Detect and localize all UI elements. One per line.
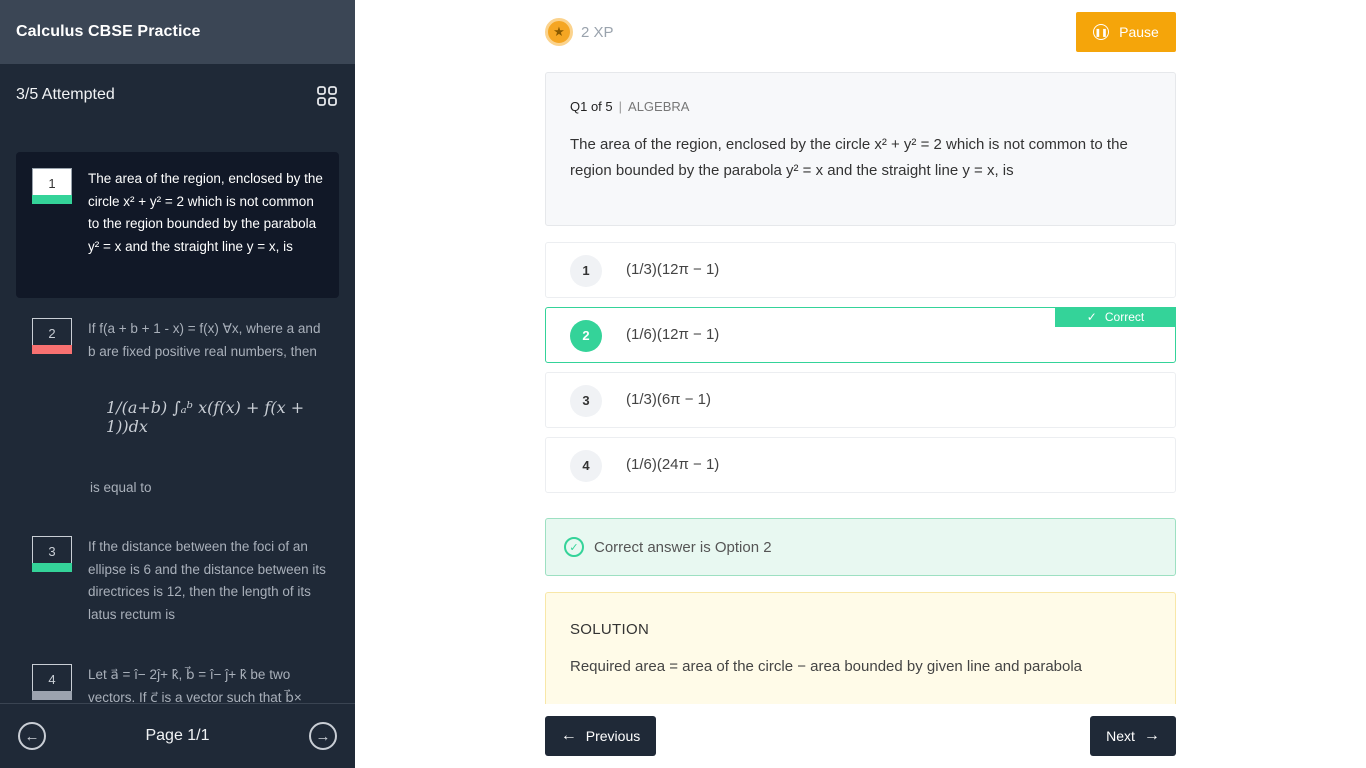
status-bar: [32, 195, 72, 204]
question-number-badge: 2: [32, 318, 72, 354]
question-preview-text: The area of the region, enclosed by the …: [88, 171, 323, 254]
check-circle-icon: ✓: [564, 537, 584, 557]
sidebar-pagination: ← Page 1/1 →: [0, 703, 355, 768]
solution-panel: SOLUTION Required area = area of the cir…: [545, 592, 1176, 704]
question-preview-text: If f(a + b + 1 - x) = f(x) ∀x, where a a…: [88, 321, 321, 359]
question-meta: Q1 of 5 | ALGEBRA: [570, 99, 1151, 114]
pause-button[interactable]: ❚❚ Pause: [1076, 12, 1176, 52]
question-preview-tail: is equal to: [90, 480, 152, 495]
pause-label: Pause: [1119, 24, 1159, 40]
question-list-item-3[interactable]: 3 If the distance between the foci of an…: [16, 528, 339, 638]
attempted-count: 3/5 Attempted: [16, 86, 115, 103]
option-3[interactable]: 3 (1/3)(6π − 1): [545, 372, 1176, 428]
question-text: The area of the region, enclosed by the …: [570, 136, 1128, 179]
option-text: (1/6)(24π − 1): [626, 456, 720, 473]
option-4[interactable]: 4 (1/6)(24π − 1): [545, 437, 1176, 493]
question-card: Q1 of 5 | ALGEBRA The area of the region, …: [545, 72, 1176, 226]
arrow-right-icon: →: [1143, 727, 1160, 744]
option-text: (1/6)(12π − 1): [626, 326, 720, 343]
sidebar: Calculus CBSE Practice 3/5 Attempted 1 T…: [0, 0, 355, 768]
main-panel: ★ 2 XP ❚❚ Pause Q1 of 5 | ALGEBRA The area…: [355, 0, 1366, 768]
star-coin-icon: ★: [545, 18, 573, 46]
status-bar: [32, 345, 72, 354]
question-index: Q1 of 5: [570, 99, 613, 114]
previous-label: Previous: [585, 728, 641, 744]
option-number: 2: [570, 320, 602, 352]
practice-title: Calculus CBSE Practice: [16, 23, 201, 40]
question-preview-text: Let a⃗ = î− 2ĵ+ k̂, b⃗ = î− ĵ+ k̂ be two…: [88, 667, 302, 703]
correct-tag-label: Correct: [1104, 310, 1145, 324]
correct-answer-banner: ✓ Correct answer is Option 2: [545, 518, 1176, 576]
next-button[interactable]: Next →: [1090, 716, 1176, 756]
option-text: (1/3)(6π − 1): [626, 391, 711, 408]
math-expression: 1/(a+b) ∫ₐᵇ x(f(x) + f(x + 1))dx: [106, 398, 305, 436]
pause-icon: ❚❚: [1093, 24, 1110, 40]
previous-button[interactable]: ← Previous: [545, 716, 656, 756]
option-number: 1: [570, 255, 602, 287]
xp-value: 2 XP: [581, 23, 614, 41]
question-list-item-1[interactable]: 1 The area of the region, enclosed by th…: [16, 152, 339, 298]
prev-page-button[interactable]: ←: [18, 722, 46, 750]
arrow-right-icon: →: [315, 727, 331, 745]
correct-answer-text: Correct answer is Option 2: [594, 538, 772, 556]
question-number-badge: 3: [32, 536, 72, 572]
question-number-badge: 1: [32, 168, 72, 204]
meta-separator: |: [618, 99, 623, 114]
sidebar-header: Calculus CBSE Practice: [0, 0, 355, 64]
arrow-left-icon: ←: [24, 727, 40, 745]
question-preview-text: If the distance between the foci of an e…: [88, 539, 326, 622]
solution-text: Required area = area of the circle − are…: [570, 658, 1083, 675]
question-number-badge: 4: [32, 664, 72, 700]
next-page-button[interactable]: →: [309, 722, 337, 750]
option-number: 3: [570, 385, 602, 417]
correct-tag: ✓ Correct: [1055, 307, 1176, 327]
option-2[interactable]: 2 (1/6)(12π − 1) ✓ Correct: [545, 307, 1176, 363]
xp-indicator: ★ 2 XP: [545, 18, 614, 46]
question-category: ALGEBRA: [628, 99, 690, 114]
question-list-item-2[interactable]: 2 If f(a + b + 1 - x) = f(x) ∀x, where a…: [16, 310, 339, 510]
grid-view-icon[interactable]: [317, 86, 337, 106]
check-icon: ✓: [1086, 310, 1097, 324]
option-number: 4: [570, 450, 602, 482]
question-list: 1 The area of the region, enclosed by th…: [0, 140, 355, 703]
question-list-item-4[interactable]: 4 Let a⃗ = î− 2ĵ+ k̂, b⃗ = î− ĵ+ k̂ be t…: [16, 656, 339, 703]
option-1[interactable]: 1 (1/3)(12π − 1): [545, 242, 1176, 298]
page-indicator: Page 1/1: [145, 727, 210, 744]
solution-heading: SOLUTION: [570, 621, 650, 638]
status-bar: [32, 691, 72, 700]
status-bar: [32, 563, 72, 572]
next-label: Next: [1106, 728, 1135, 744]
arrow-left-icon: ←: [560, 727, 577, 744]
option-text: (1/3)(12π − 1): [626, 261, 720, 278]
